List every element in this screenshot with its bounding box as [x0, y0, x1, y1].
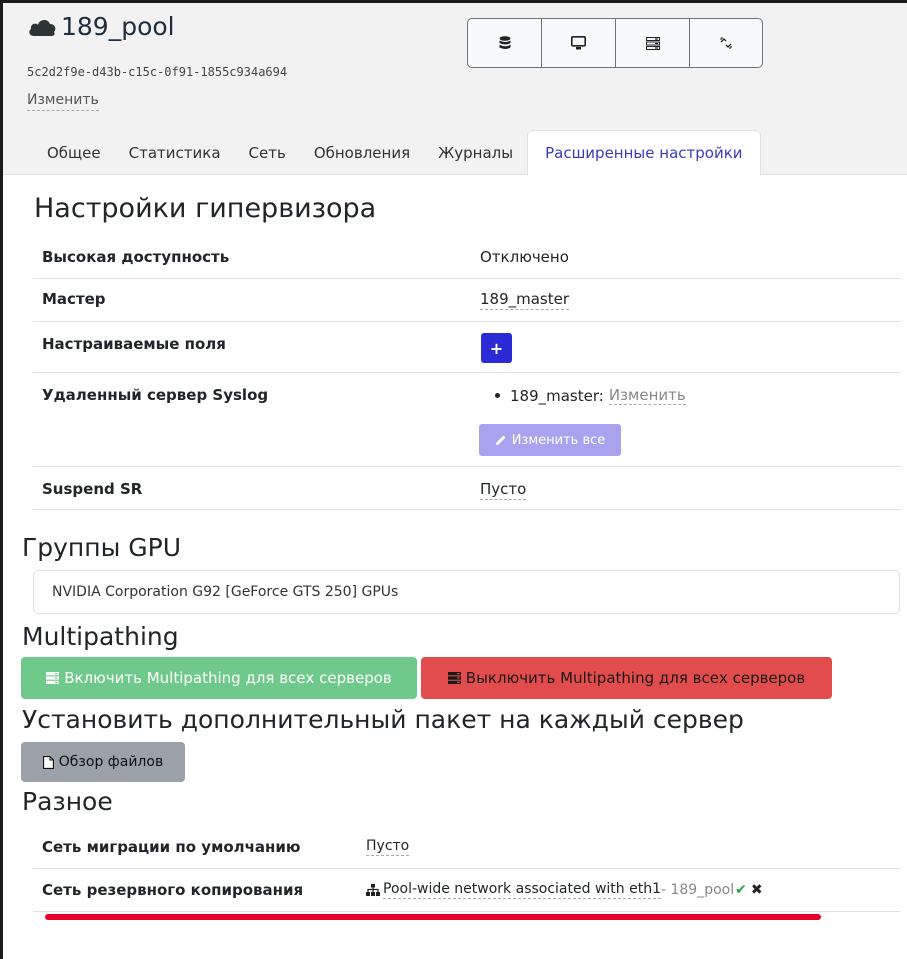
bullet-icon — [495, 393, 500, 398]
misc-row-backup: Сеть резервного копирования Pool-wide ne… — [33, 869, 900, 912]
enable-multipathing-label: Включить Multipathing для всех серверов — [64, 669, 392, 687]
server-icon — [46, 672, 60, 684]
settings-row-custom-fields: Настраиваемые поля — [33, 322, 900, 373]
hosts-button[interactable] — [616, 19, 690, 67]
gpu-group-item: NVIDIA Corporation G92 [GeForce GTS 250]… — [33, 570, 900, 614]
syslog-host-name: 189_master: — [510, 386, 604, 405]
migration-network-value[interactable]: Пусто — [366, 838, 410, 856]
tab-general[interactable]: Общее — [33, 130, 115, 176]
browse-files-button[interactable]: Обзор файлов — [21, 742, 185, 782]
migration-network-label: Сеть миграции по умолчанию — [42, 838, 301, 856]
enable-multipathing-button[interactable]: Включить Multipathing для всех серверов — [21, 657, 417, 699]
monitor-icon — [571, 36, 586, 50]
pool-title-row: 189_pool — [27, 14, 175, 39]
server-icon — [447, 672, 461, 684]
ha-label: Высокая доступность — [42, 248, 230, 266]
tab-stats[interactable]: Статистика — [115, 130, 235, 176]
install-package-heading: Установить дополнительный пакет на кажды… — [22, 705, 744, 734]
pool-action-toolbar — [467, 18, 763, 68]
edit-all-label: Изменить все — [511, 432, 606, 448]
tab-network[interactable]: Сеть — [235, 130, 300, 176]
sitemap-icon — [366, 884, 380, 896]
database-icon — [499, 36, 510, 49]
close-icon[interactable]: ✖ — [751, 882, 763, 898]
suspend-sr-value[interactable]: Пусто — [480, 480, 527, 500]
cloud-icon — [29, 19, 56, 36]
backup-network-value: Pool-wide network associated with eth1 -… — [366, 881, 763, 899]
add-custom-field-button[interactable]: + — [481, 333, 512, 363]
multipathing-heading: Multipathing — [22, 622, 179, 651]
edit-all-syslog-button[interactable]: Изменить все — [479, 424, 621, 456]
pool-name: 189_pool — [61, 12, 175, 41]
browse-files-label: Обзор файлов — [58, 754, 164, 770]
syslog-change-link[interactable]: Изменить — [608, 386, 686, 405]
syslog-label: Удаленный сервер Syslog — [42, 386, 269, 404]
check-icon[interactable]: ✔ — [735, 882, 747, 898]
tab-logs[interactable]: Журналы — [424, 130, 527, 176]
misc-row-migration: Сеть миграции по умолчанию Пусто — [33, 826, 900, 869]
edit-pool-link[interactable]: Изменить — [27, 92, 99, 111]
settings-row-master: Мастер 189_master — [33, 279, 900, 322]
tab-updates[interactable]: Обновления — [300, 130, 424, 176]
disconnect-button[interactable] — [690, 19, 762, 67]
backup-network-pool: - 189_pool — [660, 882, 735, 898]
settings-row-suspend-sr: Suspend SR Пусто — [33, 467, 900, 510]
server-icon — [645, 36, 660, 50]
disable-multipathing-label: Выключить Multipathing для всех серверов — [465, 669, 806, 687]
master-value[interactable]: 189_master — [480, 290, 570, 310]
pool-uuid: 5c2d2f9e-d43b-c15c-0f91-1855c934a694 — [27, 65, 288, 79]
misc-heading: Разное — [22, 787, 113, 816]
backup-network-name[interactable]: Pool-wide network associated with eth1 — [383, 881, 661, 899]
console-button[interactable] — [542, 19, 616, 67]
suspend-sr-label: Suspend SR — [42, 480, 143, 498]
highlight-underline — [45, 914, 821, 920]
master-label: Мастер — [42, 290, 106, 308]
tab-advanced[interactable]: Расширенные настройки — [527, 130, 761, 176]
file-icon — [42, 755, 54, 769]
hypervisor-settings-heading: Настройки гипервизора — [34, 193, 377, 224]
custom-fields-label: Настраиваемые поля — [42, 335, 226, 353]
unlink-icon — [720, 37, 732, 49]
syslog-host-item: 189_master: Изменить — [495, 386, 686, 405]
tab-bar: Общее Статистика Сеть Обновления Журналы… — [33, 130, 761, 176]
pencil-icon — [495, 435, 506, 445]
settings-row-syslog: Удаленный сервер Syslog — [33, 373, 900, 467]
backup-network-label: Сеть резервного копирования — [42, 881, 304, 899]
disable-multipathing-button[interactable]: Выключить Multipathing для всех серверов — [421, 657, 832, 699]
storage-button[interactable] — [468, 19, 542, 67]
gpu-groups-heading: Группы GPU — [22, 533, 182, 562]
settings-row-ha: Высокая доступность Отключено — [33, 236, 900, 279]
ha-value: Отключено — [480, 248, 569, 266]
